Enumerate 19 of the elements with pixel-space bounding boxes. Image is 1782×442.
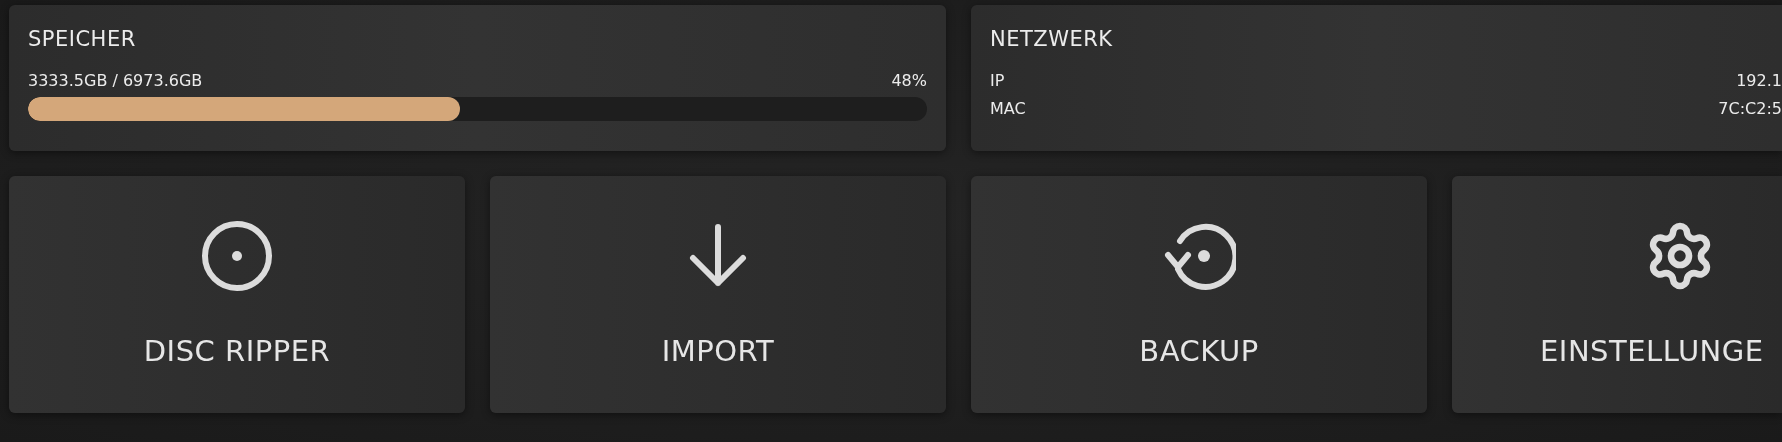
storage-usage: 3333.5GB / 6973.6GB	[28, 70, 203, 92]
tile-label: IMPORT	[661, 334, 775, 368]
arrow-down-icon	[688, 223, 748, 289]
tile-label: DISC RIPPER	[143, 334, 331, 368]
network-label: IP	[990, 70, 1005, 92]
storage-percent: 48%	[891, 70, 927, 92]
tile-label: BACKUP	[1139, 334, 1259, 368]
restore-icon	[1162, 221, 1236, 291]
menu-tile[interactable]: DISC RIPPER	[9, 176, 465, 413]
network-title: NETZWERK	[990, 27, 1114, 51]
menu-tile[interactable]: BACKUP	[971, 176, 1427, 413]
tile-label: EINSTELLUNGE	[1540, 334, 1764, 368]
menu-tile[interactable]: EINSTELLUNGE	[1452, 176, 1782, 413]
network-label: MAC	[990, 98, 1026, 120]
network-value: 7C:C2:5	[1718, 98, 1782, 120]
disc-icon	[200, 219, 274, 293]
storage-title: SPEICHER	[28, 27, 137, 51]
menu-tile[interactable]: IMPORT	[490, 176, 946, 413]
network-value: 192.1	[1736, 70, 1782, 92]
